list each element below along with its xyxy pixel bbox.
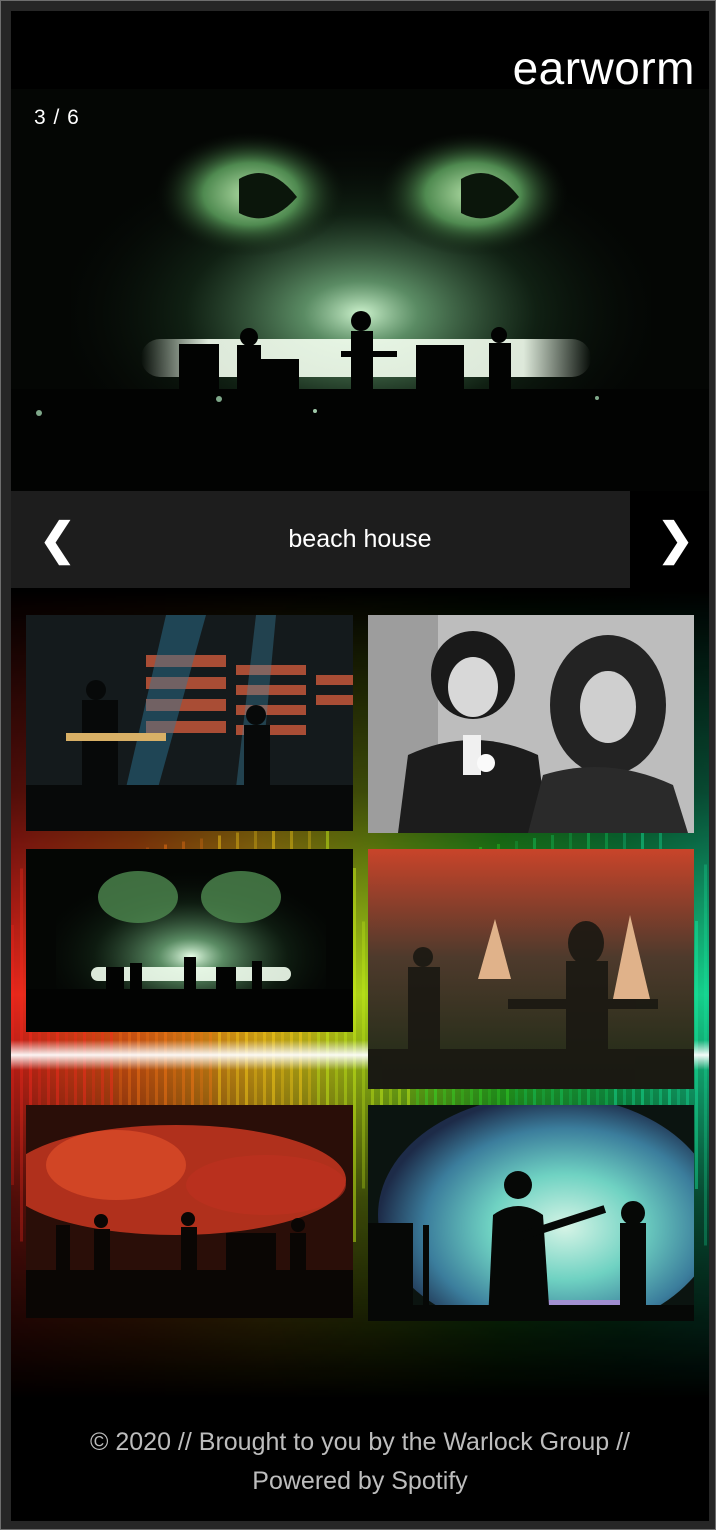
gallery-photo-4[interactable] bbox=[368, 849, 694, 1089]
app-container: earworm 3 / 6 ❮ beach house ❯ © 2020 // … bbox=[11, 11, 709, 1521]
chevron-left-icon[interactable]: ❮ bbox=[39, 491, 76, 588]
slide-counter: 3 / 6 bbox=[34, 106, 80, 129]
footer-powered-by: Powered by Spotify bbox=[252, 1467, 468, 1495]
photo-gallery bbox=[11, 588, 709, 1401]
gallery-photo-3[interactable] bbox=[26, 849, 353, 1032]
browser-frame: earworm 3 / 6 ❮ beach house ❯ © 2020 // … bbox=[0, 0, 716, 1530]
gallery-photo-1[interactable] bbox=[26, 615, 353, 831]
slideshow-image[interactable]: 3 / 6 bbox=[11, 89, 709, 491]
gallery-photo-6[interactable] bbox=[368, 1105, 694, 1321]
page-footer: © 2020 // Brought to you by the Warlock … bbox=[11, 1401, 709, 1521]
caption-bar bbox=[11, 491, 630, 588]
chevron-right-icon[interactable]: ❯ bbox=[657, 491, 694, 588]
footer-copyright: © 2020 // Brought to you by the Warlock … bbox=[90, 1428, 630, 1456]
gallery-photo-2[interactable] bbox=[368, 615, 694, 833]
gallery-photo-5[interactable] bbox=[26, 1105, 353, 1318]
